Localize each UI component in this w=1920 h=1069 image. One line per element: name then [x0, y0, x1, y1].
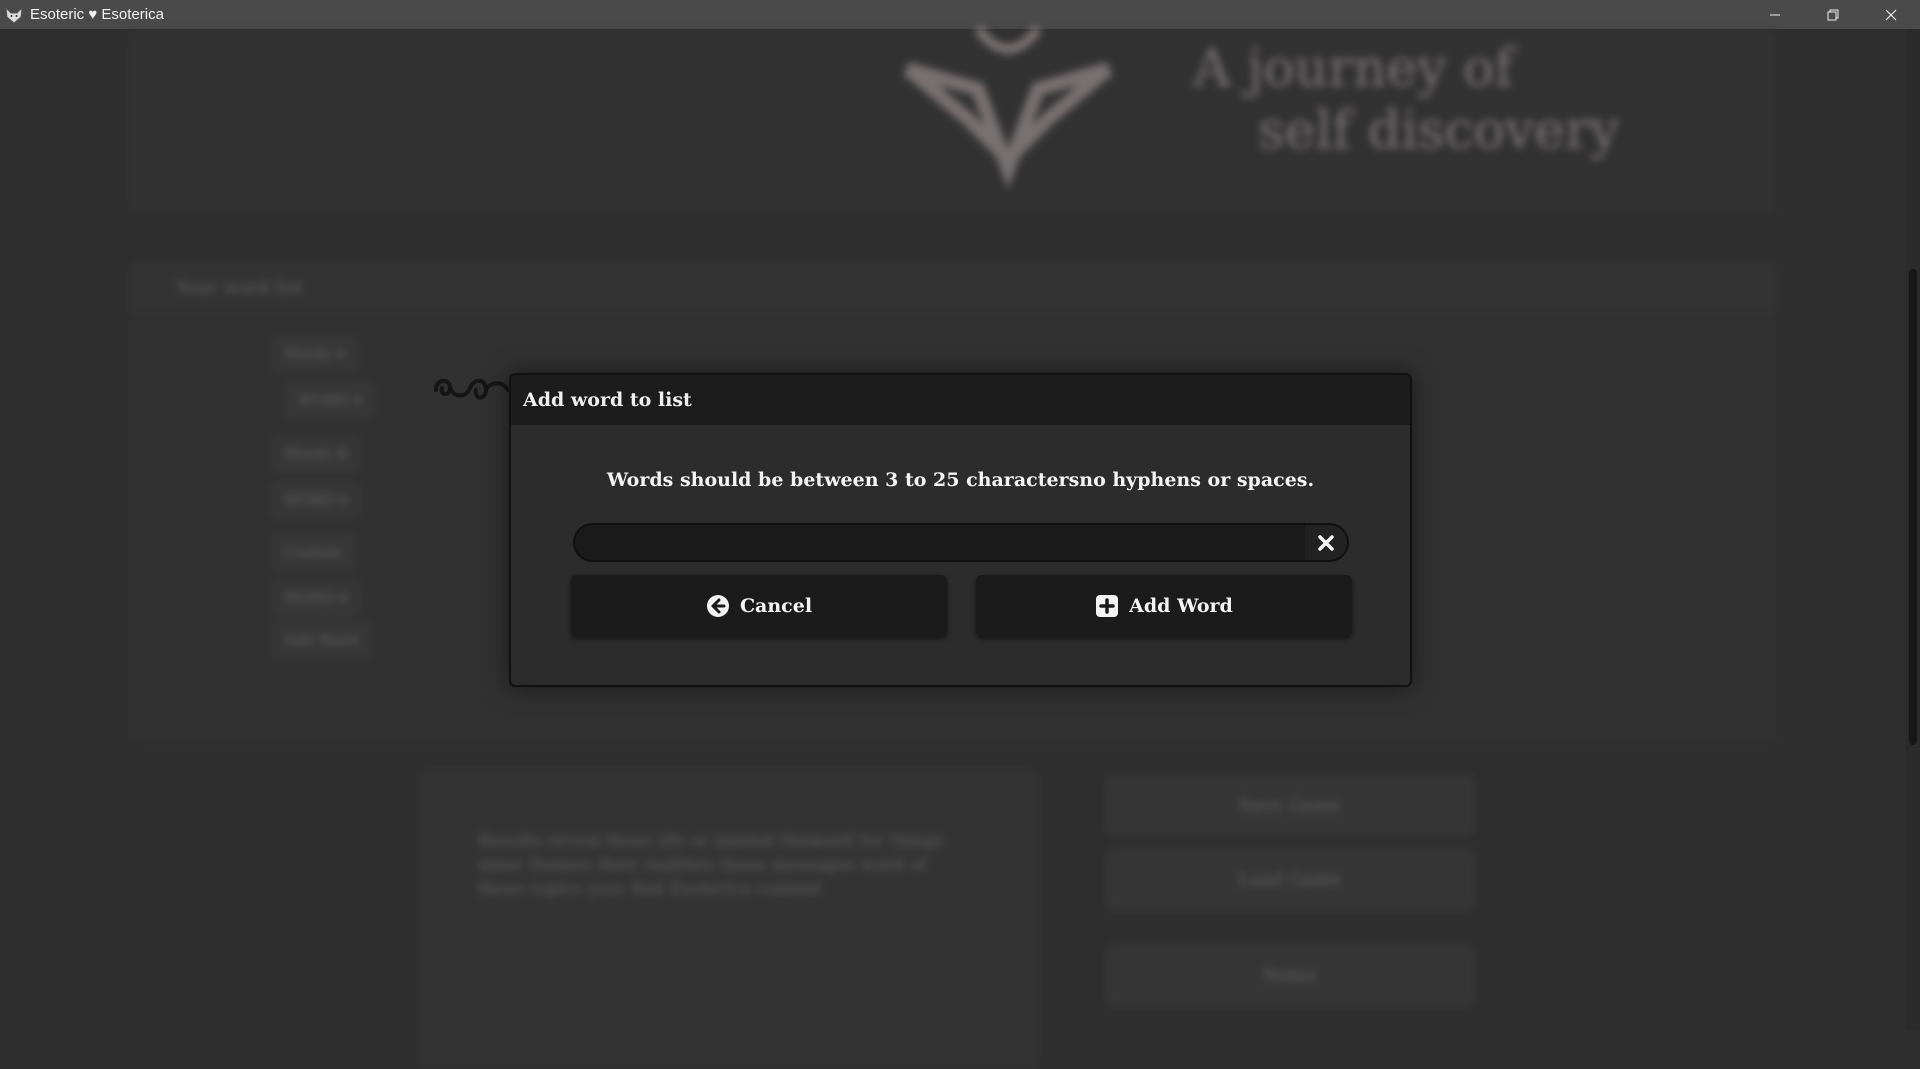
- restore-icon: [1827, 9, 1839, 20]
- restore-button[interactable]: [1804, 0, 1862, 29]
- close-icon: [1885, 9, 1897, 20]
- background-header: A journey of self discovery: [128, 25, 1778, 213]
- background-pill: WORD ▾: [270, 481, 362, 519]
- dialog-message: Words should be between 3 to 25 characte…: [606, 469, 1315, 491]
- background-body-text: Results reveal those life or limited the…: [478, 831, 944, 899]
- cancel-button[interactable]: Cancel: [571, 575, 947, 637]
- background-pill: Add Word: [270, 621, 374, 659]
- background-pill: Words ▾: [270, 335, 359, 373]
- page-scrollbar[interactable]: [1906, 29, 1920, 1030]
- close-window-button[interactable]: [1862, 0, 1920, 29]
- add-word-button[interactable]: Add Word: [976, 575, 1352, 637]
- background-button: Notes: [1104, 943, 1476, 1007]
- word-input[interactable]: [575, 525, 1305, 560]
- scrollbar-thumb[interactable]: [1909, 269, 1917, 745]
- background-title-line-2: self discovery: [1258, 101, 1620, 161]
- window-controls: [1746, 0, 1920, 29]
- dialog-title: Add word to list: [511, 375, 1410, 425]
- background-title-line-1: A journey of: [1193, 39, 1514, 99]
- window-title: Esoteric ♥ Esoterica: [30, 6, 164, 23]
- minimize-icon: [1770, 14, 1780, 15]
- flourish-ornament-icon: [434, 378, 510, 400]
- add-word-dialog: Add word to list Words should be between…: [509, 373, 1412, 687]
- add-word-label: Add Word: [1129, 595, 1233, 617]
- word-input-group: [573, 523, 1349, 562]
- star-emblem-icon: [903, 25, 1113, 189]
- minimize-button[interactable]: [1746, 0, 1804, 29]
- arrow-left-circle-icon: [706, 595, 729, 617]
- background-pill: WORD ▾: [284, 381, 376, 419]
- background-button: Save Game: [1104, 773, 1476, 837]
- close-icon: [1318, 534, 1334, 551]
- background-pill: Words B: [270, 435, 362, 473]
- plus-square-icon: [1096, 595, 1119, 617]
- background-panel-title: Your word list: [128, 261, 1778, 313]
- background-pill: Custom: [270, 533, 357, 571]
- clear-input-button[interactable]: [1305, 525, 1347, 560]
- fox-app-icon: [5, 6, 23, 24]
- background-pill: WORD ▾: [270, 579, 362, 617]
- background-button: Load Game: [1104, 847, 1476, 911]
- background-text-card: [418, 769, 1040, 1069]
- cancel-label: Cancel: [739, 595, 813, 617]
